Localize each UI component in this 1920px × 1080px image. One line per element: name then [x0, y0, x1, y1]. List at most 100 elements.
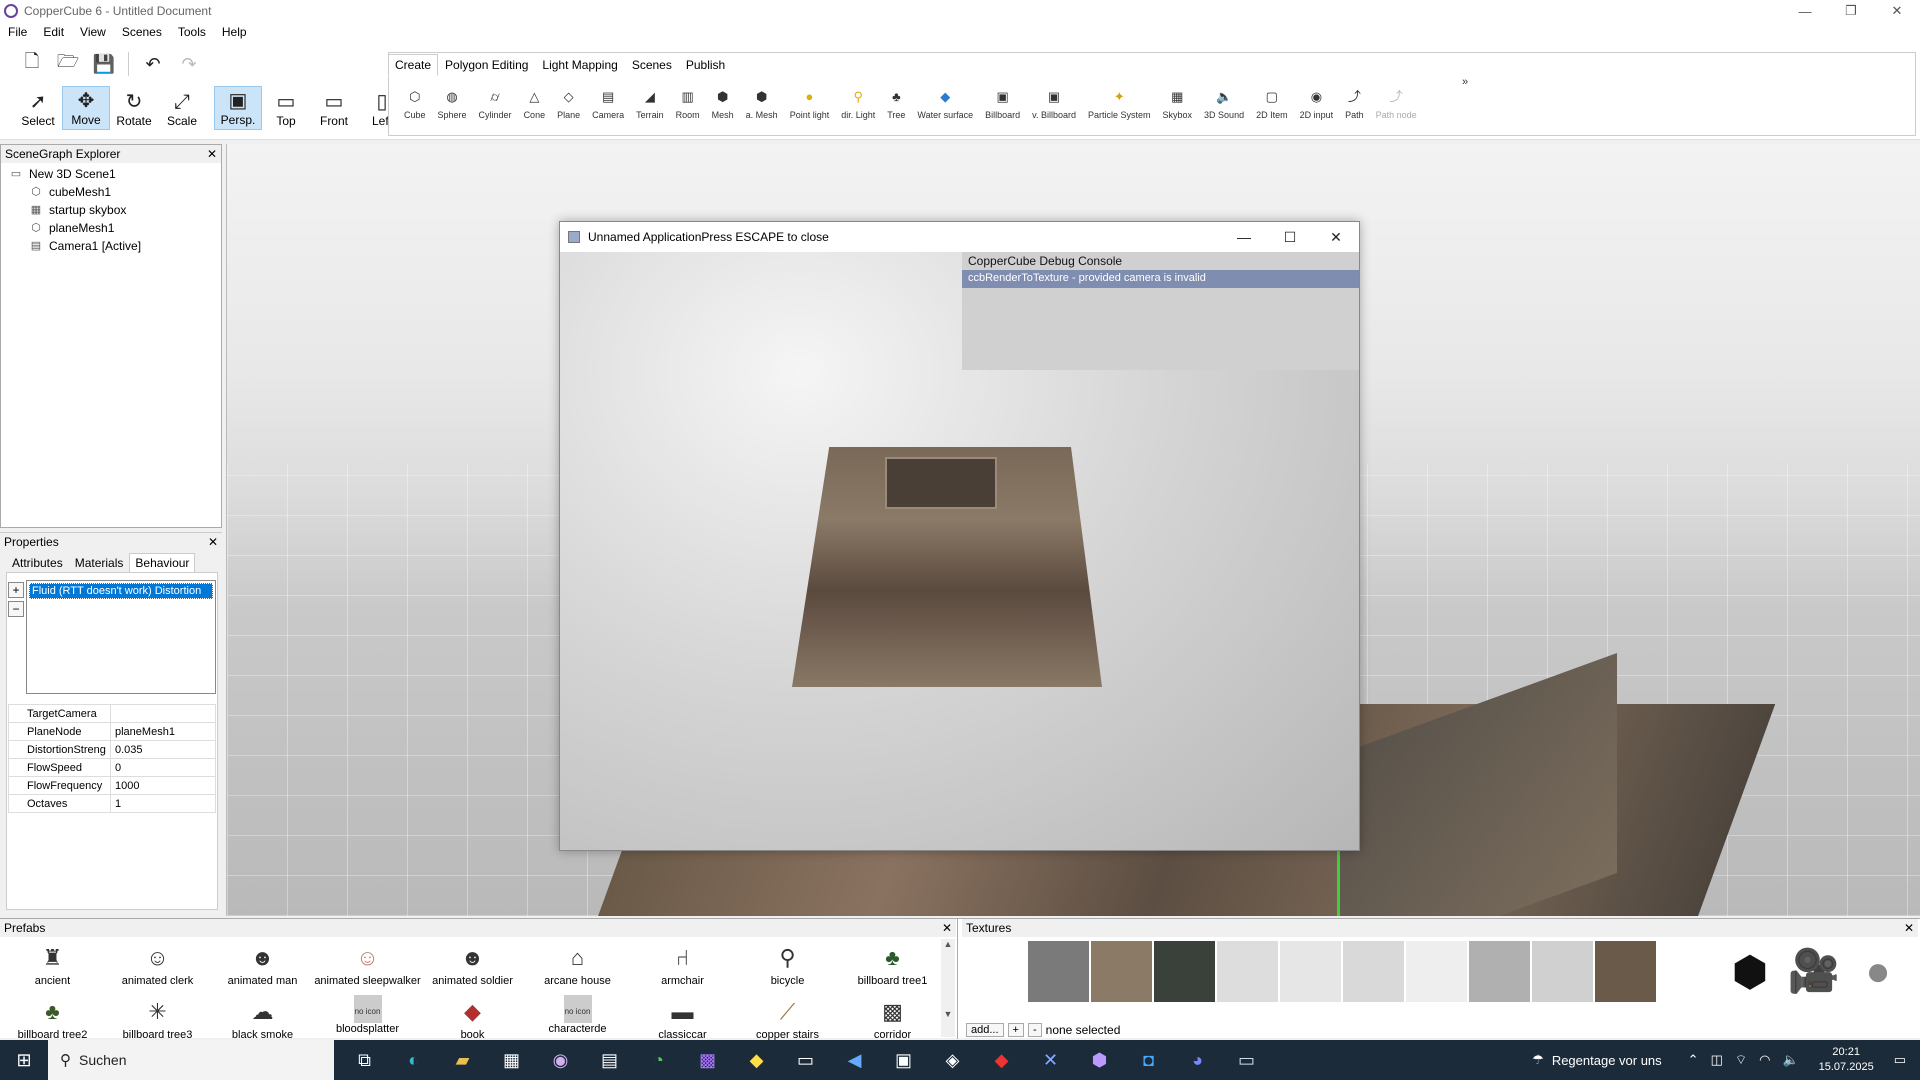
weather-widget[interactable]: ☂ Regentage vor uns: [1532, 1052, 1662, 1068]
property-value[interactable]: [110, 704, 216, 723]
app-icon[interactable]: ✕: [1026, 1040, 1075, 1080]
app-icon[interactable]: ▩: [683, 1040, 732, 1080]
new-document-icon[interactable]: 🗋: [20, 51, 44, 76]
notification-icon[interactable]: ▭: [1894, 1052, 1906, 1068]
prefab-item[interactable]: ⚲ bicycle: [735, 941, 840, 995]
edge-browser-icon[interactable]: ◐: [389, 1040, 438, 1080]
preview-close-button[interactable]: ✕: [1313, 222, 1359, 252]
tool-tree[interactable]: ♣ Tree: [881, 88, 911, 120]
preview-render-area[interactable]: CopperCube Debug Console ccbRenderToText…: [560, 252, 1359, 850]
prefab-item[interactable]: ☺ animated sleepwalker: [314, 941, 420, 995]
wifi-icon[interactable]: ◠: [1759, 1052, 1770, 1068]
prefab-item[interactable]: ☺ animated clerk: [105, 941, 210, 995]
move-mode-button[interactable]: ✥ Move: [62, 86, 110, 130]
property-value[interactable]: planeMesh1: [110, 722, 216, 741]
tool-cube[interactable]: ⬡ Cube: [398, 88, 432, 120]
tool-2d-input[interactable]: ◉ 2D input: [1294, 88, 1340, 120]
tool-cone[interactable]: △ Cone: [518, 88, 552, 120]
app-icon[interactable]: ◔: [634, 1040, 683, 1080]
behaviour-item-selected[interactable]: Fluid (RTT doesn't work) Distortion: [29, 583, 213, 599]
tab-scenes[interactable]: Scenes: [625, 54, 679, 76]
rotate-mode-button[interactable]: ↻ Rotate: [110, 86, 158, 130]
tree-node-skybox[interactable]: ▦ startup skybox: [29, 201, 141, 219]
tree-node-camera[interactable]: ▤ Camera1 [Active]: [29, 237, 141, 255]
texture-thumbnail[interactable]: [1406, 941, 1467, 1002]
tool-2d-item[interactable]: ▢ 2D Item: [1250, 88, 1294, 120]
tab-create[interactable]: Create: [388, 54, 439, 76]
texture-thumbnail[interactable]: [1280, 941, 1341, 1002]
tree-node-plane[interactable]: ⬡ planeMesh1: [29, 219, 141, 237]
property-value[interactable]: 0.035: [110, 740, 216, 759]
app-icon[interactable]: ▤: [585, 1040, 634, 1080]
tool-point-light[interactable]: ● Point light: [784, 88, 836, 120]
tool-room[interactable]: ▥ Room: [670, 88, 706, 120]
volume-icon[interactable]: 🔈: [1782, 1052, 1798, 1068]
discord-icon[interactable]: ◕: [1173, 1040, 1222, 1080]
texture-thumbnail[interactable]: [1091, 941, 1152, 1002]
tool-sphere[interactable]: ◍ Sphere: [432, 88, 473, 120]
texture-thumbnail[interactable]: [1532, 941, 1593, 1002]
coppercube-taskbar-icon[interactable]: ▭: [1222, 1040, 1271, 1080]
undo-icon[interactable]: ↶: [141, 52, 165, 76]
tool-path-node[interactable]: ⤴ Path node: [1370, 88, 1423, 120]
property-value[interactable]: 0: [110, 758, 216, 777]
prefab-item[interactable]: ⌂ arcane house: [525, 941, 630, 995]
redo-icon[interactable]: ↷: [177, 52, 201, 76]
scale-mode-button[interactable]: ⤢ Scale: [158, 86, 206, 130]
close-icon[interactable]: ✕: [207, 147, 217, 161]
sphere-texture-icon[interactable]: ●: [1850, 943, 1906, 999]
cube-logo-icon[interactable]: ⬢: [1722, 943, 1778, 999]
texture-thumbnail[interactable]: [1154, 941, 1215, 1002]
menu-file[interactable]: File: [0, 25, 35, 39]
prefab-item[interactable]: ♣ billboard tree1: [840, 941, 945, 995]
tool-water-surface[interactable]: ◆ Water surface: [911, 88, 979, 120]
add-texture-button[interactable]: add...: [966, 1023, 1004, 1037]
tool-plane[interactable]: ◇ Plane: [551, 88, 586, 120]
prefabs-scrollbar[interactable]: ▲ ▼: [941, 939, 955, 1037]
property-value[interactable]: 1000: [110, 776, 216, 795]
tool-directional-light[interactable]: ⚲ dir. Light: [835, 88, 881, 120]
menu-view[interactable]: View: [72, 25, 114, 39]
tool-path[interactable]: ⤴ Path: [1339, 88, 1370, 120]
top-view-button[interactable]: ▭ Top: [262, 86, 310, 130]
perspective-view-button[interactable]: ▣ Persp.: [214, 86, 262, 130]
texture-thumbnail[interactable]: [1217, 941, 1278, 1002]
app-icon[interactable]: ◈: [928, 1040, 977, 1080]
tool-camera[interactable]: ▤ Camera: [586, 88, 630, 120]
prefab-item[interactable]: ♜ ancient: [0, 941, 105, 995]
app-icon[interactable]: ◆: [732, 1040, 781, 1080]
tab-behaviour[interactable]: Behaviour: [129, 553, 196, 573]
app-icon[interactable]: ◘: [1124, 1040, 1173, 1080]
behaviour-list[interactable]: Fluid (RTT doesn't work) Distortion: [26, 580, 216, 694]
texture-thumbnail[interactable]: [1658, 941, 1719, 1002]
prefab-item[interactable]: ☻ animated soldier: [420, 941, 525, 995]
open-folder-icon[interactable]: 🗁: [56, 51, 80, 76]
tree-node-cube[interactable]: ⬡ cubeMesh1: [29, 183, 141, 201]
preview-maximize-button[interactable]: ☐: [1267, 222, 1313, 252]
texture-thumbnail[interactable]: [1343, 941, 1404, 1002]
tab-attributes[interactable]: Attributes: [6, 553, 69, 573]
close-icon[interactable]: ✕: [208, 535, 218, 549]
texture-minus-button[interactable]: -: [1027, 1023, 1042, 1037]
ribbon-more-button[interactable]: »: [1462, 76, 1468, 88]
save-icon[interactable]: 💾: [92, 52, 116, 76]
close-icon[interactable]: ✕: [1904, 921, 1914, 935]
texture-plus-button[interactable]: +: [1007, 1023, 1024, 1037]
tab-materials[interactable]: Materials: [69, 553, 130, 573]
prefab-item[interactable]: ☻ animated man: [210, 941, 315, 995]
texture-thumbnail[interactable]: [1595, 941, 1656, 1002]
prefab-item[interactable]: ⑁ armchair: [630, 941, 735, 995]
app-icon[interactable]: ▣: [879, 1040, 928, 1080]
close-icon[interactable]: ✕: [942, 921, 952, 935]
front-view-button[interactable]: ▭ Front: [310, 86, 358, 130]
menu-help[interactable]: Help: [214, 25, 255, 39]
task-view-icon[interactable]: ⧉: [340, 1040, 389, 1080]
tab-light-mapping[interactable]: Light Mapping: [535, 54, 624, 76]
chevron-up-icon[interactable]: ⌃: [1688, 1052, 1699, 1068]
tool-terrain[interactable]: ◢ Terrain: [630, 88, 670, 120]
property-value[interactable]: 1: [110, 794, 216, 813]
texture-thumbnail[interactable]: [1469, 941, 1530, 1002]
menu-scenes[interactable]: Scenes: [114, 25, 170, 39]
app-icon[interactable]: ◀: [830, 1040, 879, 1080]
menu-tools[interactable]: Tools: [170, 25, 214, 39]
